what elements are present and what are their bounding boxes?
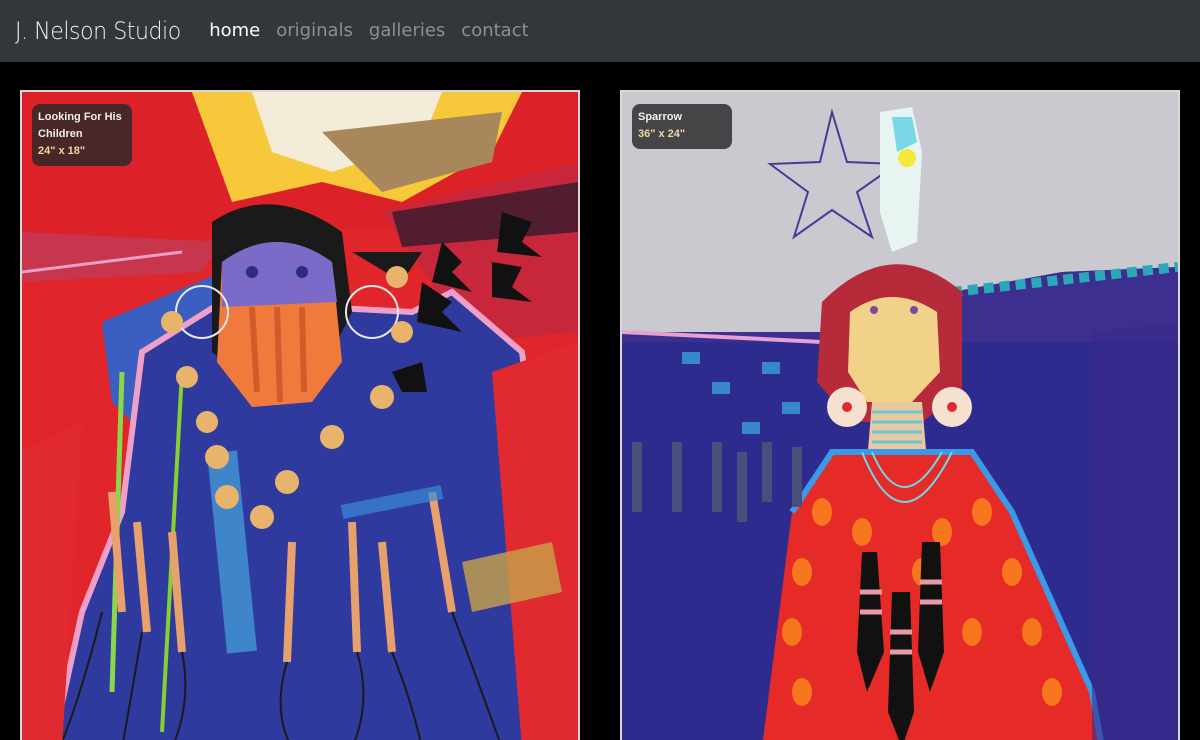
artwork-caption: Looking For His Children 24" x 18" [32, 104, 132, 166]
nav-home[interactable]: home [201, 0, 268, 62]
gallery-card-sparrow[interactable]: Sparrow 36" x 24" [620, 90, 1180, 740]
artwork-caption: Sparrow 36" x 24" [632, 104, 732, 149]
nav-galleries[interactable]: galleries [361, 0, 453, 62]
brand-logo[interactable]: J. Nelson Studio [15, 17, 181, 45]
top-navbar: J. Nelson Studio home originals gallerie… [0, 0, 1200, 62]
painting-image [22, 92, 578, 740]
artwork-size: 24" x 18" [38, 145, 86, 157]
painting-image [622, 92, 1178, 740]
artwork-title: Looking For His Children [38, 111, 122, 140]
artwork-size: 36" x 24" [638, 128, 686, 140]
main-nav: home originals galleries contact [201, 0, 536, 62]
nav-contact[interactable]: contact [453, 0, 536, 62]
artwork-title: Sparrow [638, 111, 683, 123]
gallery-card-looking-for-his-children[interactable]: Looking For His Children 24" x 18" [20, 90, 580, 740]
nav-originals[interactable]: originals [268, 0, 361, 62]
